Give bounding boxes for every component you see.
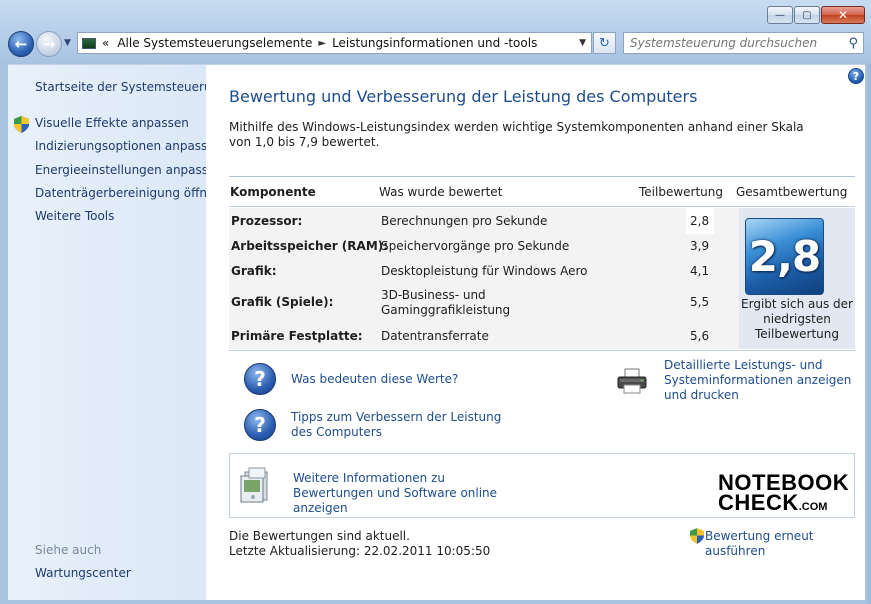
sidebar-item-action-center[interactable]: Wartungscenter [35, 566, 131, 580]
question-icon[interactable]: ? [244, 409, 276, 441]
back-button[interactable]: ← [8, 31, 34, 57]
forward-arrow-icon: → [42, 35, 56, 53]
page-title: Bewertung und Verbesserung der Leistung … [229, 87, 698, 106]
score-table: Prozessor: Berechnungen pro Sekunde 2,8 … [229, 208, 855, 349]
row-score: 5,6 [690, 329, 710, 343]
performance-tips-link[interactable]: Tipps zum Verbessern der Leistung des Co… [291, 410, 506, 440]
table-divider [229, 350, 855, 351]
online-info-box: Weitere Informationen zu Bewertungen und… [229, 453, 855, 518]
row-component: Prozessor: [231, 214, 303, 228]
back-arrow-icon: ← [14, 35, 28, 53]
refresh-icon: ↻ [599, 35, 610, 51]
sidebar-item-power[interactable]: Energieeinstellungen anpassen [35, 163, 223, 177]
see-also-heading: Siehe auch [35, 543, 102, 557]
row-component: Primäre Festplatte: [231, 329, 363, 343]
main-content: ? Bewertung und Verbesserung der Leistun… [206, 64, 865, 600]
breadcrumb-separator-icon[interactable]: ► [318, 38, 326, 49]
shield-icon [14, 116, 29, 133]
row-score: 2,8 [690, 214, 710, 228]
row-component: Grafik (Spiele): [231, 295, 334, 309]
sidebar-item-indexing[interactable]: Indizierungsoptionen anpassen [35, 139, 222, 153]
online-info-link[interactable]: Weitere Informationen zu Bewertungen und… [293, 471, 513, 516]
logo-line-check: CHECK.COM [718, 490, 828, 515]
row-component: Arbeitsspeicher (RAM): [231, 239, 389, 253]
address-bar[interactable]: « Alle Systemsteuerungselemente ► Leistu… [77, 32, 592, 54]
search-icon[interactable]: ⚲ [848, 36, 858, 51]
refresh-button[interactable]: ↻ [593, 32, 616, 54]
caption-buttons: — ▢ ✕ [766, 6, 865, 24]
table-divider [229, 176, 855, 177]
row-what: 3D-Business- und Gaminggrafikleistung [381, 288, 511, 317]
status-last-update: Letzte Aktualisierung: 22.02.2011 10:05:… [229, 544, 491, 558]
maximize-button[interactable]: ▢ [794, 6, 820, 24]
search-input[interactable] [630, 36, 840, 50]
table-divider [229, 206, 855, 207]
notebookcheck-logo: NOTEBOOK CHECK.COM [718, 472, 849, 517]
close-button[interactable]: ✕ [821, 6, 865, 24]
minimize-button[interactable]: — [767, 6, 793, 24]
header-subscore: Teilbewertung [639, 185, 724, 199]
search-box[interactable]: ⚲ [623, 32, 864, 54]
window-frame: — ▢ ✕ ← → ▼ « Alle Systemsteuerungseleme… [0, 0, 871, 604]
shield-icon [690, 528, 704, 544]
control-panel-icon [82, 37, 96, 49]
sidebar-item-disk-cleanup[interactable]: Datenträgerbereinigung öffnen [35, 186, 222, 200]
row-what: Datentransferrate [381, 329, 489, 343]
detailed-info-link[interactable]: Detaillierte Leistungs- und Systeminform… [664, 358, 859, 403]
intro-text: Mithilfe des Windows-Leistungsindex werd… [229, 120, 804, 149]
window-border [865, 64, 871, 604]
header-base-score: Gesamtbewertung [736, 185, 848, 199]
address-dropdown-icon[interactable]: ▼ [579, 38, 586, 48]
sidebar-item-more-tools[interactable]: Weitere Tools [35, 209, 114, 223]
status-current: Die Bewertungen sind aktuell. [229, 529, 410, 543]
base-score-badge: 2,8 [745, 218, 824, 295]
row-component: Grafik: [231, 264, 277, 278]
printer-icon[interactable] [616, 368, 648, 394]
forward-button[interactable]: → [36, 31, 62, 57]
breadcrumb-performance[interactable]: Leistungsinformationen und -tools [332, 36, 537, 50]
row-score: 4,1 [690, 264, 710, 278]
row-what: Speichervorgänge pro Sekunde [381, 239, 570, 253]
sidebar-home-link[interactable]: Startseite der Systemsteuerung [35, 80, 227, 94]
breadcrumb-overflow[interactable]: « [102, 36, 109, 50]
breadcrumb-all-items[interactable]: Alle Systemsteuerungselemente [117, 36, 312, 50]
header-what-rated: Was wurde bewertet [379, 185, 503, 199]
what-scores-mean-link[interactable]: Was bedeuten diese Werte? [291, 372, 458, 387]
rerun-assessment-link[interactable]: Bewertung erneut ausführen [705, 529, 865, 559]
help-icon[interactable]: ? [848, 68, 864, 84]
header-component: Komponente [230, 185, 316, 199]
recent-pages-button[interactable]: ▼ [64, 38, 71, 48]
sidebar: Startseite der Systemsteuerung Visuelle … [8, 64, 227, 600]
sidebar-item-visual-effects[interactable]: Visuelle Effekte anpassen [35, 116, 189, 130]
row-what: Desktopleistung für Windows Aero [381, 264, 588, 278]
software-box-icon [240, 467, 268, 503]
row-score: 3,9 [690, 239, 710, 253]
base-score-caption: Ergibt sich aus der niedrigsten Teilbewe… [741, 297, 853, 341]
question-icon[interactable]: ? [244, 363, 276, 395]
row-what: Berechnungen pro Sekunde [381, 214, 548, 228]
row-score: 5,5 [690, 295, 710, 309]
